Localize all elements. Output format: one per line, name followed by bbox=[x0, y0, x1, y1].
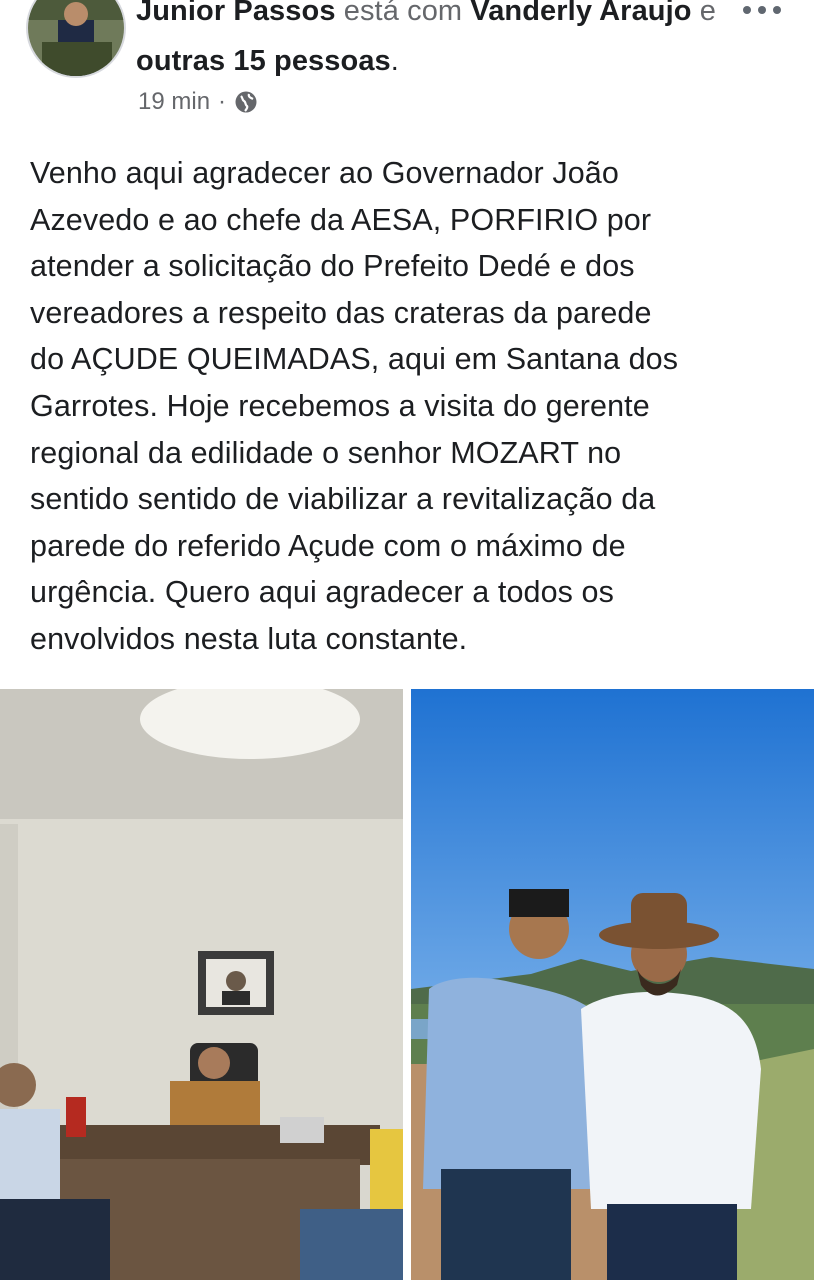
post-text: Venho aqui agradecer ao Governador João … bbox=[30, 156, 679, 656]
post-time[interactable]: 19 min bbox=[138, 88, 210, 116]
others-link[interactable]: outras 15 pessoas bbox=[136, 45, 391, 77]
and-text: e bbox=[699, 0, 716, 27]
photo-office[interactable] bbox=[0, 689, 403, 1280]
photo-divider bbox=[403, 689, 411, 1280]
author-name[interactable]: Junior Passos bbox=[136, 0, 336, 27]
photo-outdoor[interactable] bbox=[411, 689, 814, 1280]
period-text: . bbox=[390, 45, 399, 77]
globe-icon[interactable] bbox=[234, 90, 258, 114]
post-meta: 19 min · bbox=[138, 86, 258, 118]
outdoor-photo-image bbox=[411, 689, 814, 1280]
author-avatar[interactable] bbox=[26, 0, 126, 78]
more-options-icon[interactable] bbox=[732, 0, 792, 20]
post-author-line: Junior Passos está com Vanderly Araujo e… bbox=[136, 0, 736, 86]
connector-text: está com bbox=[343, 0, 463, 27]
tagged-name[interactable]: Vanderly Araujo bbox=[470, 0, 691, 27]
post-header: Junior Passos está com Vanderly Araujo e… bbox=[0, 0, 814, 130]
avatar-image bbox=[28, 0, 124, 76]
office-photo-image bbox=[0, 689, 403, 1280]
meta-separator: · bbox=[218, 88, 227, 115]
